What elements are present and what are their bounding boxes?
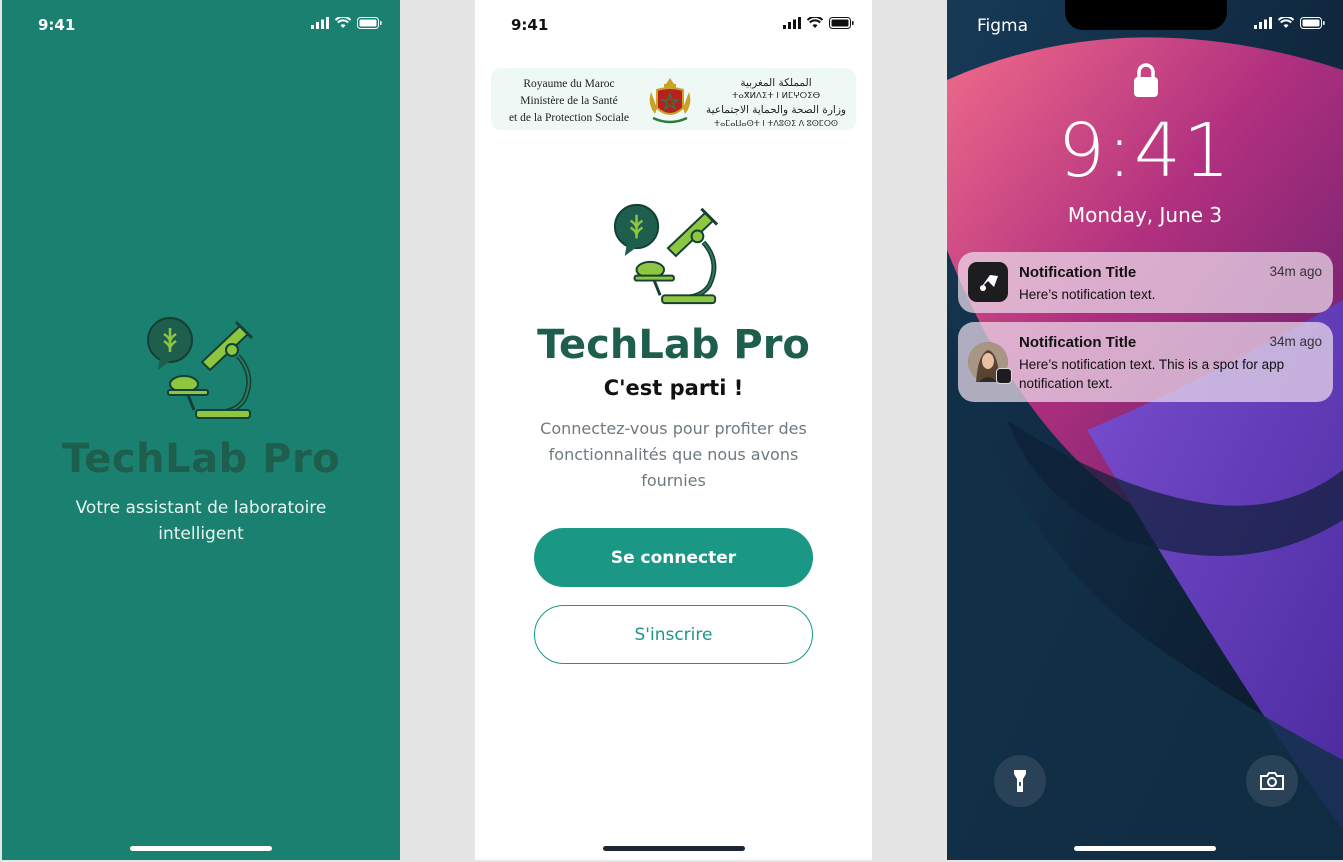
battery-icon xyxy=(829,17,854,29)
notification-title: Notification Title xyxy=(1019,264,1137,281)
home-indicator[interactable] xyxy=(130,846,272,851)
notification-body: Here’s notification text. This is a spot… xyxy=(1019,357,1285,391)
welcome-screen: 9:41 Royaume du Maroc Ministère de la Sa… xyxy=(475,0,872,860)
wifi-icon xyxy=(807,17,823,28)
carrier-label: Figma xyxy=(977,16,1029,36)
figma-app-icon xyxy=(968,262,1008,302)
techlab-logo xyxy=(147,317,254,419)
app-badge-icon xyxy=(996,368,1012,384)
signal-icon xyxy=(311,17,329,29)
lock-date: Monday, June 3 xyxy=(1067,203,1223,227)
camera-button[interactable] xyxy=(1246,755,1298,807)
ministry-banner: Royaume du Maroc Ministère de la Santé e… xyxy=(491,68,856,130)
welcome-description: Connectez-vous pour profiter des fonctio… xyxy=(540,419,807,490)
notification-title: Notification Title xyxy=(1019,334,1137,351)
notification-body: Here’s notification text. xyxy=(1019,287,1156,302)
login-button[interactable]: Se connecter xyxy=(534,528,813,587)
signal-icon xyxy=(783,17,801,29)
flashlight-button[interactable] xyxy=(994,755,1046,807)
ministry-name-french: Royaume du Maroc Ministère de la Santé e… xyxy=(508,78,630,124)
battery-icon xyxy=(357,17,382,29)
status-time: 9:41 xyxy=(511,16,549,34)
app-title: TechLab Pro xyxy=(537,322,810,368)
signal-icon xyxy=(1254,17,1272,29)
battery-icon xyxy=(1300,17,1325,29)
notification-card[interactable]: Notification Title 34m ago Here’s notifi… xyxy=(958,322,1333,402)
notification-age: 34m ago xyxy=(1269,264,1322,279)
notification-card[interactable]: Notification Title 34m ago Here’s notifi… xyxy=(958,252,1333,313)
app-title: TechLab Pro xyxy=(61,436,341,482)
ministry-name-arabic: المملكة المغربية ⵜⴰⴳⵍⴷⵉⵜ ⵏ ⵍⵎⵖⵔⵉⴱ وزارة … xyxy=(706,77,846,128)
camera-icon xyxy=(1260,772,1284,790)
wifi-icon xyxy=(1278,17,1294,28)
app-tagline: Votre assistant de laboratoire intellige… xyxy=(75,498,327,544)
lock-icon xyxy=(1134,63,1158,97)
status-bar: 9:41 xyxy=(475,0,872,48)
status-time: 9:41 xyxy=(38,16,76,34)
status-bar: Figma xyxy=(947,0,1343,48)
home-indicator[interactable] xyxy=(1074,846,1216,851)
signup-button[interactable]: S'inscrire xyxy=(534,605,813,664)
moroccan-coat-of-arms-icon xyxy=(649,78,691,124)
wifi-icon xyxy=(335,17,351,28)
splash-screen: 9:41 TechLab Pro Votre assistant de labo… xyxy=(2,0,400,860)
contact-avatar xyxy=(968,342,1012,384)
flashlight-icon xyxy=(1014,770,1026,792)
techlab-logo xyxy=(613,203,719,305)
lock-clock: 9:41 xyxy=(1057,108,1233,194)
notification-age: 34m ago xyxy=(1269,334,1322,349)
welcome-heading: C'est parti ! xyxy=(603,376,744,400)
status-bar: 9:41 xyxy=(2,0,400,48)
lock-screen: Figma 9:41 Monday, June 3 Notification T… xyxy=(947,0,1343,860)
home-indicator[interactable] xyxy=(602,846,745,851)
